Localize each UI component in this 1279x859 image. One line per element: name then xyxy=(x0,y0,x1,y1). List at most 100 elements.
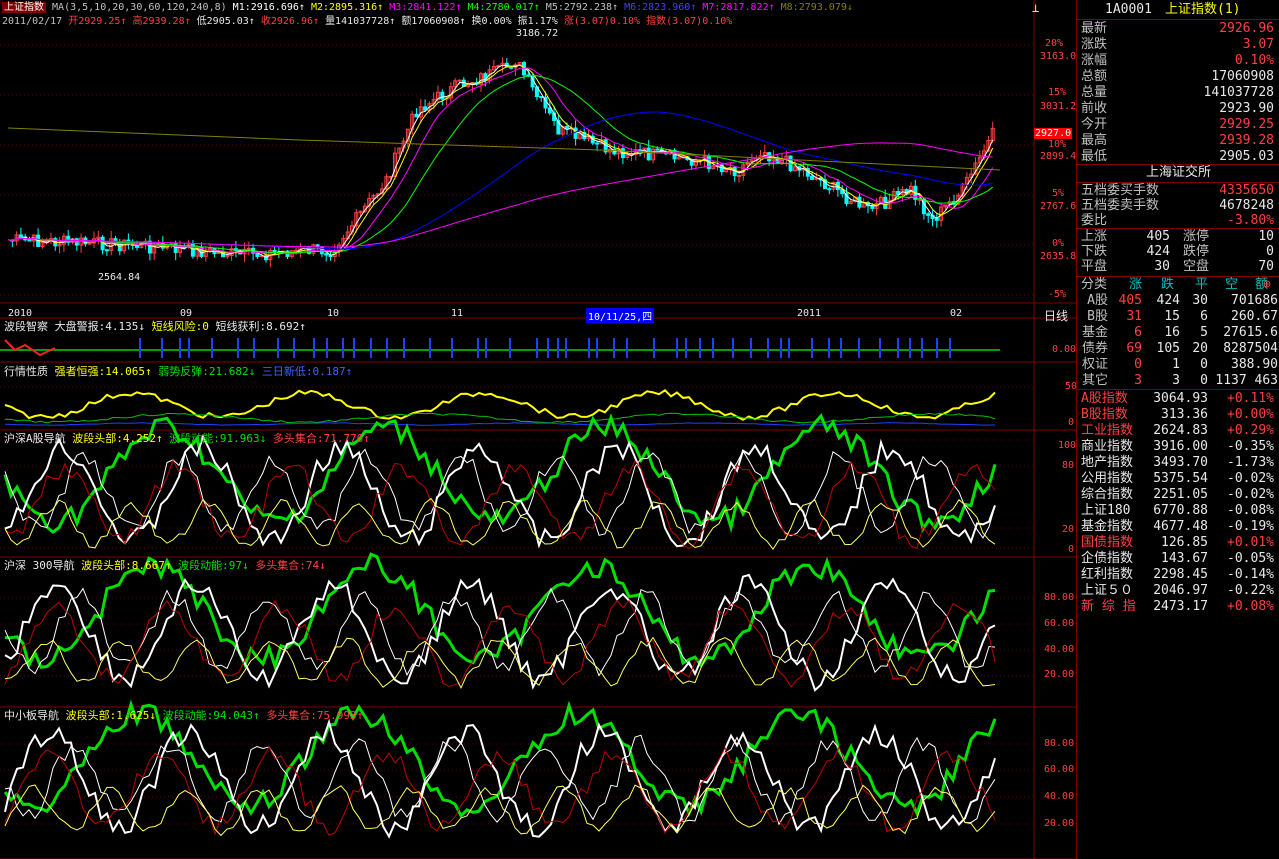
breadth-label: 涨停 xyxy=(1183,229,1210,244)
index-row[interactable]: 基金指数 4677.48 -0.19% xyxy=(1077,519,1279,535)
class-row: B股 31 15 6 260.67 xyxy=(1077,309,1279,325)
index-value: 2624.83 xyxy=(1153,423,1208,438)
index-name: 基金指数 xyxy=(1081,519,1134,534)
index-name: 综合指数 xyxy=(1081,487,1134,502)
index-value: 6770.88 xyxy=(1153,503,1208,518)
class-down: 1 xyxy=(1172,357,1180,372)
candle-body xyxy=(810,175,815,180)
class-col-header: 跌 xyxy=(1161,277,1175,292)
order-value: 4335650 xyxy=(1219,183,1274,198)
order-label: 五档委卖手数 xyxy=(1081,198,1160,213)
class-amount: 27615.6 xyxy=(1223,325,1278,340)
breadth-label: 平盘 xyxy=(1081,259,1108,274)
indicator3-item2: 波段动能:91.963↓ xyxy=(169,432,267,445)
index-row[interactable]: 上证５０ 2046.97 -0.22% xyxy=(1077,583,1279,599)
quote-value: 17060908 xyxy=(1211,69,1274,84)
index-name: 国债指数 xyxy=(1081,535,1134,550)
quote-label: 总量 xyxy=(1081,85,1108,100)
class-up: 69 xyxy=(1126,341,1142,356)
indicator5-item1: 波段头部:1.625↓ xyxy=(65,709,156,722)
candle-body xyxy=(440,91,445,100)
candle-body xyxy=(87,242,92,245)
indicator5-header: 中小板导航 波段头部:1.625↓ 波段动能:94.043↑ 多头集合:75.9… xyxy=(4,709,363,723)
class-row: 其它 3 3 0 1137 463 xyxy=(1077,373,1279,389)
nav3-white-line xyxy=(4,734,996,826)
chart-canvas[interactable] xyxy=(0,0,1076,859)
index-row[interactable]: 新 综 指 2473.17 +0.08% xyxy=(1077,599,1279,615)
indicator5-axis-80: 80.00 xyxy=(1044,738,1075,749)
quote-value: 2926.96 xyxy=(1219,21,1274,36)
index-value: 5375.54 xyxy=(1153,471,1208,486)
indicator5-axis-60: 60.00 xyxy=(1044,764,1075,775)
order-label: 委比 xyxy=(1081,213,1108,228)
ma5-value: M5:2792.238↑ xyxy=(545,2,619,13)
index-change: -0.05% xyxy=(1227,551,1274,566)
ma8-value: M8:2793.079↓ xyxy=(780,2,853,13)
price-label-3031: 3031.2 xyxy=(1040,101,1077,112)
indicator2-header: 行情性质 强者恒强:14.065↑ 弱势反弹:21.682↓ 三日新低:0.18… xyxy=(4,365,352,379)
index-row[interactable]: 国债指数 126.85 +0.01% xyxy=(1077,535,1279,551)
index-row[interactable]: 综合指数 2251.05 -0.02% xyxy=(1077,487,1279,503)
indicator4-title: 沪深 300导航 xyxy=(4,559,75,572)
class-amount: 1137 463 xyxy=(1215,373,1278,388)
price-label-3163: 3163.0 xyxy=(1040,51,1077,62)
period-label[interactable]: 日线 xyxy=(1044,307,1068,324)
ma-label: MA(3,5,10,20,30,60,120,240,8) xyxy=(52,2,227,13)
index-name: 上证180 xyxy=(1081,503,1131,518)
quote-label: 涨幅 xyxy=(1081,53,1108,68)
ma1-line xyxy=(7,64,994,258)
index-value: 143.67 xyxy=(1161,551,1208,566)
class-flat: 20 xyxy=(1192,341,1208,356)
class-flat: 0 xyxy=(1200,357,1208,372)
nav2-white-bold-line xyxy=(4,573,996,692)
quote-row: 最高 2939.28 xyxy=(1077,133,1279,148)
index-row[interactable]: 工业指数 2624.83 +0.29% xyxy=(1077,423,1279,439)
index-value: 126.85 xyxy=(1161,535,1208,550)
quote-label: 今开 xyxy=(1081,117,1108,132)
indicator4-axis-20: 20.00 xyxy=(1044,669,1075,680)
bar-high: 高2939.28↑ xyxy=(132,16,191,27)
index-row[interactable]: 上证180 6770.88 -0.08% xyxy=(1077,503,1279,519)
class-col-header: 空 xyxy=(1225,277,1239,292)
index-change: +0.01% xyxy=(1227,535,1274,550)
order-value: 4678248 xyxy=(1219,198,1274,213)
chart-area[interactable]: 上证指数 MA(3,5,10,20,30,60,120,240,8) M1:29… xyxy=(0,0,1077,859)
candle-body xyxy=(595,142,600,145)
index-name: 工业指数 xyxy=(1081,423,1134,438)
class-up: 405 xyxy=(1118,293,1142,308)
quote-row: 涨跌 3.07 xyxy=(1077,37,1279,52)
index-row[interactable]: B股指数 313.36 +0.00% xyxy=(1077,407,1279,423)
indicator2-item3: 三日新低:0.187↑ xyxy=(261,365,353,378)
pct-label-15: 15% xyxy=(1048,87,1067,98)
candle-body xyxy=(147,240,152,254)
breadth-row: 下跌 424 跌停 0 xyxy=(1077,244,1279,259)
bar-open: 开2929.25↑ xyxy=(68,16,127,27)
index-name: 新 综 指 xyxy=(1081,599,1136,614)
index-row[interactable]: 红利指数 2298.45 -0.14% xyxy=(1077,567,1279,583)
price-label-2635: 2635.8 xyxy=(1040,251,1077,262)
class-amount: 8287504 xyxy=(1223,341,1278,356)
bar-amount: 额17060908↑ xyxy=(401,16,466,27)
index-row[interactable]: A股指数 3064.93 +0.11% xyxy=(1077,391,1279,407)
quote-value: 0.10% xyxy=(1234,53,1274,68)
index-change: -0.02% xyxy=(1227,487,1274,502)
bar-low: 低2905.03↑ xyxy=(196,16,255,27)
scroll-lock-icon[interactable]: ⊥ xyxy=(1032,1,1039,15)
ma-header: 上证指数 MA(3,5,10,20,30,60,120,240,8) M1:29… xyxy=(2,2,853,14)
candle-body xyxy=(457,79,462,82)
cursor-date-label: 10/11/25,四 xyxy=(586,308,655,323)
index-row[interactable]: 地产指数 3493.70 -1.73% xyxy=(1077,455,1279,471)
ma3-value: M3:2841.122↑ xyxy=(389,2,462,13)
expand-icon[interactable]: ⊕ xyxy=(1263,277,1271,292)
class-col-header: 分类 xyxy=(1081,277,1108,292)
index-row[interactable]: 公用指数 5375.54 -0.02% xyxy=(1077,471,1279,487)
breadth-label: 上涨 xyxy=(1081,229,1108,244)
candle-body xyxy=(27,239,32,242)
quote-value: 2923.90 xyxy=(1219,101,1274,116)
index-row[interactable]: 商业指数 3916.00 -0.35% xyxy=(1077,439,1279,455)
quote-value: 141037728 xyxy=(1203,85,1274,100)
class-up: 31 xyxy=(1126,309,1142,324)
candle-body xyxy=(246,247,251,250)
class-row: 权证 0 1 0 388.90 xyxy=(1077,357,1279,373)
index-row[interactable]: 企债指数 143.67 -0.05% xyxy=(1077,551,1279,567)
